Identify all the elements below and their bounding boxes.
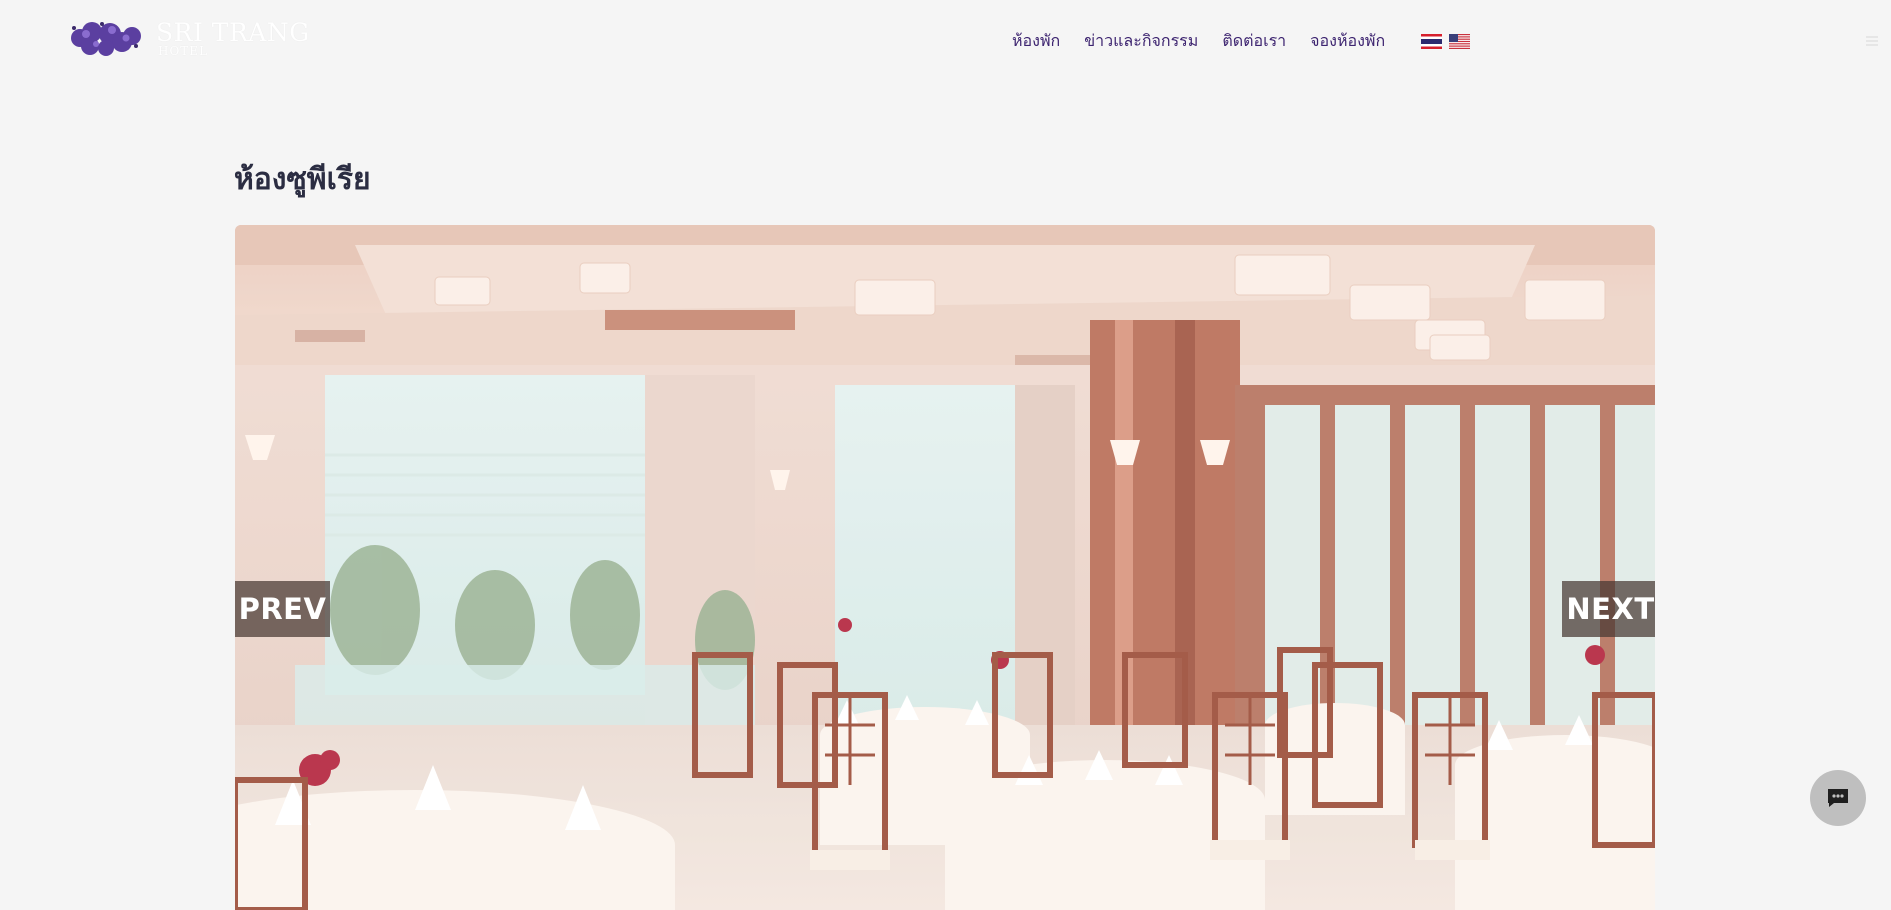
nav-item-booking[interactable]: จองห้องพัก [1310, 29, 1385, 54]
language-switcher [1421, 33, 1477, 49]
nav-item-contact[interactable]: ติดต่อเรา [1222, 29, 1286, 54]
site-header: SRI TRANG HOTEL ห้องพัก ข่าวและกิจกรรม ต… [0, 0, 1891, 80]
restaurant-photo [235, 225, 1655, 910]
brand-name: SRI TRANG [156, 18, 310, 47]
nav-item-news[interactable]: ข่าวและกิจกรรม [1084, 29, 1198, 54]
carousel-next-button[interactable]: NEXT [1562, 581, 1655, 637]
carousel-prev-button[interactable]: PREV [235, 581, 330, 637]
menu-toggle-icon[interactable] [1864, 33, 1880, 49]
room-image-carousel[interactable]: PREV NEXT [235, 225, 1655, 910]
hotel-logo[interactable]: SRI TRANG HOTEL [66, 16, 309, 60]
chat-button[interactable] [1810, 770, 1866, 826]
main-nav: ห้องพัก ข่าวและกิจกรรม ติดต่อเรา จองห้อง… [1012, 29, 1477, 53]
chat-bubble-icon [1828, 789, 1848, 807]
us-flag-icon[interactable] [1449, 33, 1471, 49]
brand-sub: HOTEL [158, 44, 209, 58]
thai-flag-icon[interactable] [1421, 33, 1443, 49]
flower-cluster-icon [71, 22, 141, 56]
page-title: ห้องซูพีเรีย [234, 162, 371, 197]
nav-item-rooms[interactable]: ห้องพัก [1012, 29, 1060, 54]
